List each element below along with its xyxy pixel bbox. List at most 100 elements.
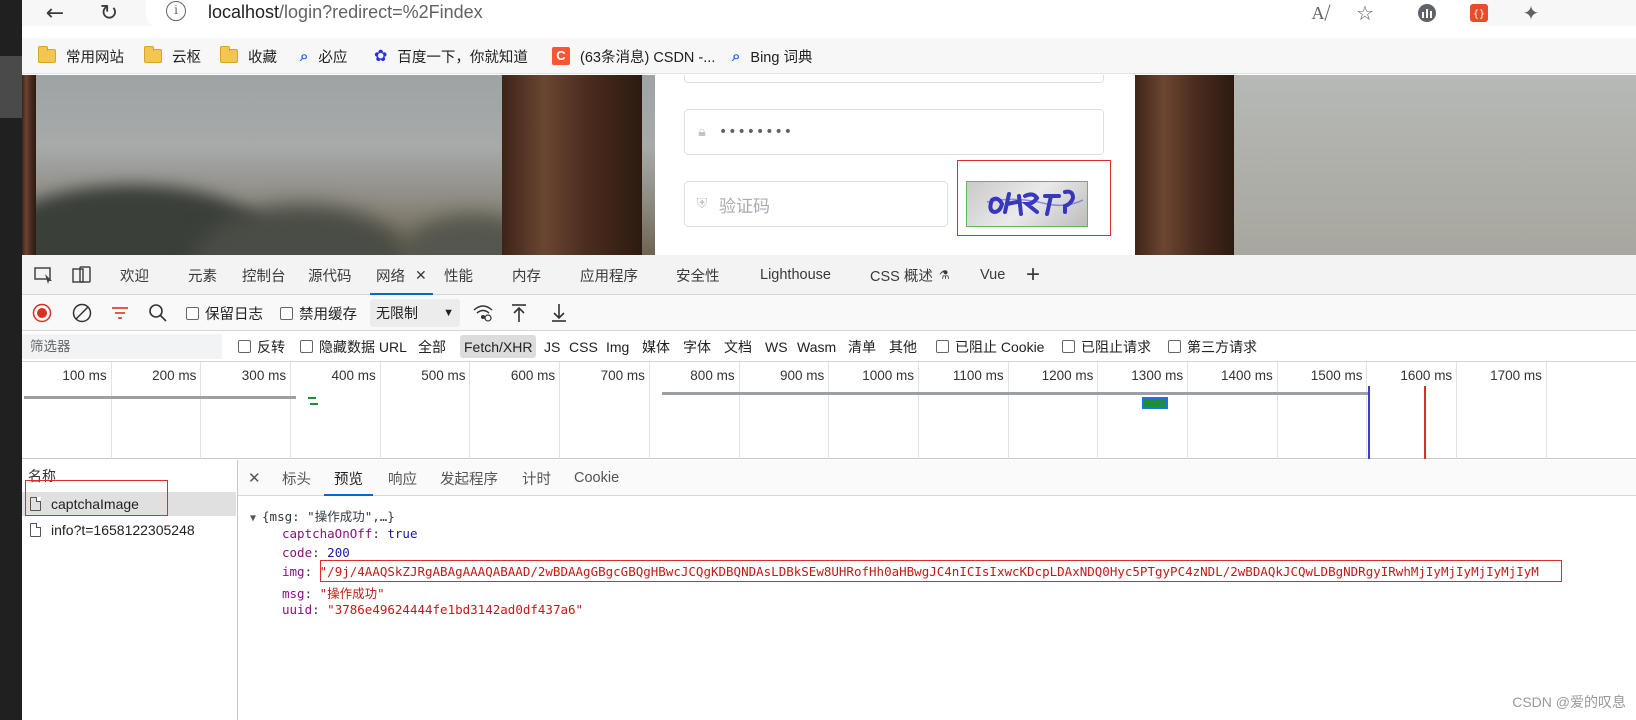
site-info-icon[interactable]: i bbox=[166, 1, 186, 21]
filter-type-label: 清单 bbox=[848, 338, 876, 355]
throttling-select[interactable]: 无限制 ▼ bbox=[370, 299, 460, 327]
filter-type-other[interactable]: 其他 bbox=[889, 331, 917, 362]
url-text[interactable]: localhost/login?redirect=%2Findex bbox=[208, 2, 483, 23]
checkbox-box[interactable] bbox=[238, 340, 251, 353]
filter-type-img[interactable]: Img bbox=[606, 331, 629, 362]
import-har-icon[interactable] bbox=[510, 295, 528, 331]
timeline-tick-label: 1100 ms bbox=[952, 368, 1004, 383]
tab-welcome[interactable]: 欢迎 bbox=[120, 255, 149, 295]
search-icon[interactable] bbox=[148, 295, 168, 331]
network-conditions-wifi-icon[interactable] bbox=[472, 295, 494, 331]
active-vertical-tab[interactable] bbox=[0, 56, 22, 118]
timeline-tick-label: 900 ms bbox=[780, 368, 825, 383]
third-party-checkbox[interactable]: 第三方请求 bbox=[1168, 331, 1257, 362]
tab-elements[interactable]: 元素 bbox=[188, 255, 217, 295]
bookmark-link[interactable]: C (63条消息) CSDN -... bbox=[552, 38, 715, 74]
bookmark-folder[interactable]: 云枢 bbox=[144, 38, 201, 74]
invert-checkbox[interactable]: 反转 bbox=[238, 331, 285, 362]
bookmark-folder[interactable]: 收藏 bbox=[220, 38, 277, 74]
filter-type-font[interactable]: 字体 bbox=[683, 331, 711, 362]
bookmark-folder[interactable]: 常用网站 bbox=[38, 38, 124, 74]
checkbox-box[interactable] bbox=[936, 340, 949, 353]
url-box[interactable]: i localhost/login?redirect=%2Findex A⧸ ☆ bbox=[146, 0, 1476, 28]
bookmark-link[interactable]: ⌕ Bing 词典 bbox=[732, 38, 812, 74]
filter-type-all[interactable]: 全部 bbox=[418, 331, 446, 362]
json-row[interactable]: msg: "操作成功" bbox=[282, 583, 385, 602]
tab-cookies[interactable]: Cookie bbox=[574, 460, 619, 496]
filter-input[interactable] bbox=[22, 334, 222, 359]
filter-type-media[interactable]: 媒体 bbox=[642, 331, 670, 362]
preserve-log-checkbox[interactable]: 保留日志 bbox=[186, 295, 263, 331]
tab-vue[interactable]: Vue bbox=[980, 255, 1005, 295]
json-row[interactable]: captchaOnOff: true bbox=[282, 526, 417, 541]
filter-type-fetch-xhr[interactable]: Fetch/XHR bbox=[460, 335, 537, 358]
tab-sources[interactable]: 源代码 bbox=[308, 255, 352, 295]
export-har-icon[interactable] bbox=[550, 295, 568, 331]
read-aloud-icon[interactable]: A⧸ bbox=[1306, 0, 1336, 26]
tab-performance[interactable]: 性能 bbox=[444, 255, 473, 295]
bookmark-link[interactable]: ⌕ 必应 bbox=[300, 38, 347, 74]
add-favorite-star-icon[interactable]: ☆ bbox=[1350, 0, 1380, 26]
record-stop-icon[interactable] bbox=[32, 295, 52, 331]
checkbox-box[interactable] bbox=[1168, 340, 1181, 353]
tab-security[interactable]: 安全性 bbox=[676, 255, 720, 295]
vertical-tab-strip bbox=[0, 0, 22, 720]
back-arrow-icon[interactable]: ← bbox=[40, 0, 70, 26]
close-tab-icon[interactable]: ✕ bbox=[415, 267, 427, 284]
hide-data-urls-checkbox[interactable]: 隐藏数据 URL bbox=[300, 331, 407, 362]
filter-type-manifest[interactable]: 清单 bbox=[848, 331, 876, 362]
tab-headers[interactable]: 标头 bbox=[282, 460, 311, 496]
blocked-cookies-checkbox[interactable]: 已阻止 Cookie bbox=[936, 331, 1044, 362]
extension-chart-icon[interactable] bbox=[1412, 0, 1442, 26]
bookmark-label: 云枢 bbox=[172, 49, 201, 66]
tab-network[interactable]: 网络 ✕ bbox=[370, 255, 433, 295]
filter-type-css[interactable]: CSS bbox=[569, 331, 598, 362]
timeline-tick: 900 ms bbox=[740, 362, 830, 459]
tab-initiator[interactable]: 发起程序 bbox=[440, 460, 498, 496]
tab-console[interactable]: 控制台 bbox=[242, 255, 286, 295]
close-detail-icon[interactable]: ✕ bbox=[248, 460, 261, 496]
captcha-image[interactable] bbox=[966, 181, 1088, 227]
checkbox-box[interactable] bbox=[280, 306, 293, 320]
filter-type-js[interactable]: JS bbox=[544, 331, 560, 362]
csdn-icon: C bbox=[552, 47, 570, 65]
reload-icon[interactable]: ↻ bbox=[94, 0, 124, 26]
device-toolbar-icon[interactable] bbox=[70, 263, 94, 287]
load-event-marker bbox=[1424, 386, 1426, 459]
tab-label: 元素 bbox=[188, 268, 217, 285]
checkbox-box[interactable] bbox=[186, 306, 199, 320]
tab-preview[interactable]: 预览 bbox=[324, 460, 373, 496]
password-field[interactable]: 🔒︎ •••••••• bbox=[684, 109, 1104, 155]
tab-css-overview[interactable]: CSS 概述 ⚗ bbox=[870, 255, 950, 295]
disable-cache-checkbox[interactable]: 禁用缓存 bbox=[280, 295, 357, 331]
network-timeline-overview[interactable]: 100 ms 200 ms 300 ms 400 ms 500 ms 600 ms 700 … bbox=[22, 362, 1636, 459]
filter-type-ws[interactable]: WS bbox=[765, 331, 788, 362]
extension-json-icon[interactable]: {} bbox=[1464, 0, 1494, 26]
blocked-requests-checkbox[interactable]: 已阻止请求 bbox=[1062, 331, 1151, 362]
checkbox-box[interactable] bbox=[300, 340, 313, 353]
json-root-node[interactable]: ▼ {msg: "操作成功",…} bbox=[250, 506, 395, 525]
filter-funnel-icon[interactable] bbox=[110, 295, 130, 331]
json-row[interactable]: code: 200 bbox=[282, 545, 350, 560]
json-row[interactable]: uuid: "3786e49624444fe1bd3142ad0df437a6" bbox=[282, 602, 583, 617]
clear-icon[interactable] bbox=[72, 295, 92, 331]
tab-timing[interactable]: 计时 bbox=[522, 460, 551, 496]
tab-response[interactable]: 响应 bbox=[388, 460, 417, 496]
tab-lighthouse[interactable]: Lighthouse bbox=[760, 255, 831, 295]
filter-type-wasm[interactable]: Wasm bbox=[797, 331, 836, 362]
username-field[interactable] bbox=[684, 75, 1104, 83]
bookmark-link[interactable]: ✿ 百度一下，你就知道 bbox=[374, 38, 528, 74]
address-bar-row: ← ↻ i localhost/login?redirect=%2Findex … bbox=[22, 0, 1636, 28]
expand-triangle-icon[interactable]: ▼ bbox=[250, 513, 256, 524]
tab-memory[interactable]: 内存 bbox=[512, 255, 541, 295]
checkbox-box[interactable] bbox=[1062, 340, 1075, 353]
inspect-element-icon[interactable] bbox=[32, 263, 56, 287]
filter-type-doc[interactable]: 文档 bbox=[724, 331, 752, 362]
captcha-input[interactable]: ⛨ 验证码 bbox=[684, 181, 948, 227]
filter-type-label: Img bbox=[606, 338, 630, 355]
timeline-tick-label: 1000 ms bbox=[862, 368, 914, 383]
tab-application[interactable]: 应用程序 bbox=[580, 255, 638, 295]
extensions-puzzle-icon[interactable]: ✦ bbox=[1516, 0, 1546, 26]
add-tab-plus-icon[interactable]: + bbox=[1026, 255, 1040, 295]
request-row[interactable]: info?t=1658122305248 bbox=[22, 518, 236, 542]
